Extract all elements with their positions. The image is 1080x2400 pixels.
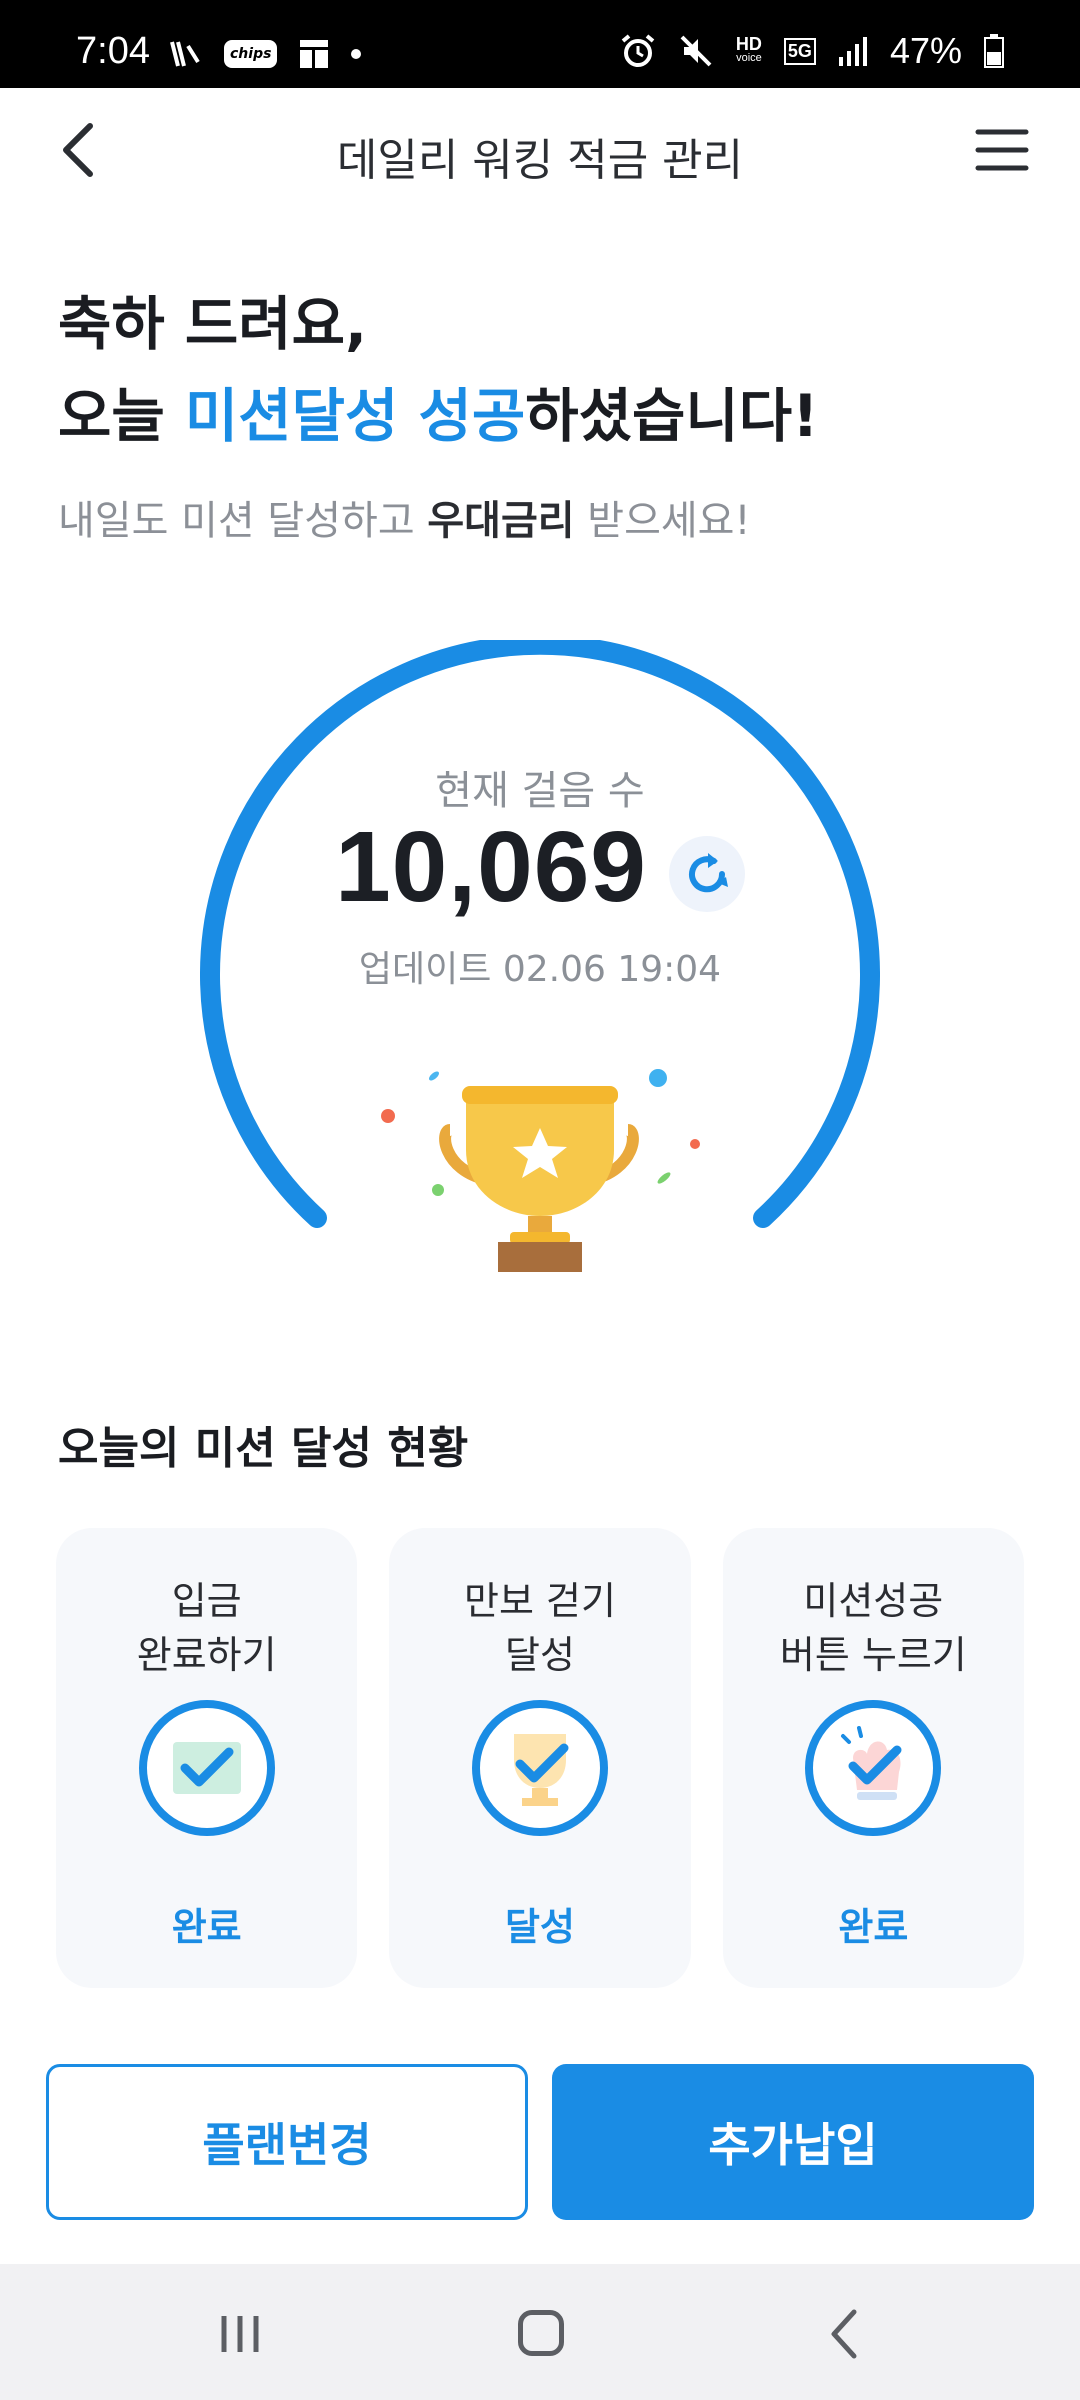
mission-status: 달성 (505, 1905, 575, 1949)
mute-icon (680, 35, 712, 67)
status-right-icons: HD voice 5G 47% (620, 30, 1004, 72)
trophy-check-icon (471, 1700, 608, 1836)
deposit-check-icon (138, 1700, 275, 1836)
5g-icon: 5G (783, 37, 816, 65)
mission-card-deposit: 입금 완료하기 완료 (56, 1528, 358, 1988)
battery-text: 47% (889, 30, 962, 71)
grid-icon (300, 40, 329, 68)
app-header: 데일리 워킹 적금 관리 (0, 88, 1080, 212)
headline-highlight: 미션달성 성공 (184, 382, 526, 450)
mission-title: 미션성공 버튼 누르기 (779, 1579, 967, 1677)
subtext-bold: 우대금리 (427, 498, 575, 544)
mission-section-title: 오늘의 미션 달성 현황 (58, 1423, 469, 1474)
congrats-headline: 축하 드려요, 오늘 미션달성 성공하셨습니다! (58, 278, 819, 462)
mission-card-button: 미션성공 버튼 누르기 완료 (722, 1528, 1024, 1988)
subtext-suffix: 받으세요! (574, 498, 751, 544)
status-left-icons: chips (168, 38, 362, 70)
add-payment-button[interactable]: 추가납입 (552, 2064, 1034, 2220)
battery-icon (984, 34, 1004, 68)
status-bar: 7:04 chips HD voice 5G 47% (0, 0, 1080, 88)
steps-label: 현재 걸음 수 (435, 768, 645, 814)
chips-icon: chips (224, 40, 278, 68)
mission-card-walk: 만보 걷기 달성 달성 (389, 1528, 691, 1988)
hamburger-menu-icon[interactable] (974, 122, 1030, 178)
page-title: 데일리 워킹 적금 관리 (336, 135, 744, 186)
headline-suffix: 하셨습니다! (525, 382, 819, 450)
headline-line2: 오늘 미션달성 성공하셨습니다! (58, 370, 819, 462)
refresh-button[interactable] (668, 835, 745, 912)
status-time: 7:04 (76, 30, 150, 72)
tap-check-icon (805, 1700, 942, 1836)
mission-title: 입금 완료하기 (136, 1579, 277, 1677)
signal-icon (838, 37, 867, 66)
trophy-icon (381, 1069, 700, 1272)
congrats-subtext: 내일도 미션 달성하고 우대금리 받으세요! (58, 488, 751, 546)
home-icon[interactable] (518, 2310, 564, 2356)
mission-status: 완료 (838, 1905, 909, 1949)
mission-status: 완료 (171, 1905, 242, 1949)
subtext-prefix: 내일도 미션 달성하고 (58, 498, 428, 544)
headline-prefix: 오늘 (58, 382, 185, 450)
step-count: 10,069 (335, 811, 647, 923)
system-nav-bar (0, 2264, 1080, 2400)
recents-icon[interactable] (218, 2314, 262, 2354)
nfc-icon (170, 41, 200, 67)
mission-cards: 입금 완료하기 완료 만보 걷기 달성 달성 미션성공 버튼 누르기 완료 (56, 1528, 1024, 1988)
update-timestamp: 업데이트 02.06 19:04 (358, 949, 722, 990)
hd-voice-icon: HD voice (735, 34, 762, 64)
nav-back-icon[interactable] (826, 2308, 862, 2360)
headline-line1: 축하 드려요, (58, 290, 368, 358)
plan-change-button[interactable]: 플랜변경 (46, 2064, 528, 2220)
steps-row: 10,069 (0, 810, 1080, 925)
dot-icon (351, 49, 362, 59)
refresh-icon (688, 852, 728, 892)
alarm-icon (621, 34, 655, 67)
mission-title: 만보 걷기 달성 (464, 1579, 616, 1677)
